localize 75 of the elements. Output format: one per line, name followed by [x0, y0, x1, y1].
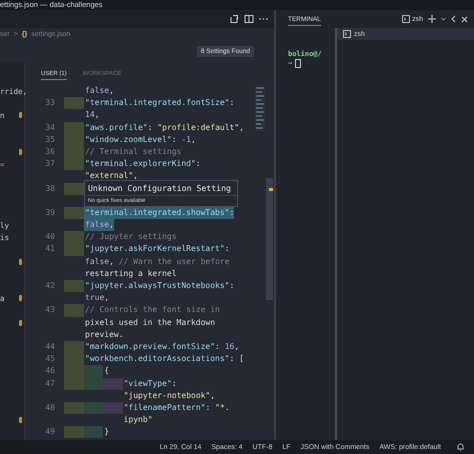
indent-guide: [103, 402, 123, 414]
code-line: "external",: [84, 170, 138, 182]
indent-guide: [84, 378, 104, 390]
indent-guide: [103, 378, 123, 390]
code-line: "aws.profile": "profile:default",: [84, 122, 244, 134]
line-number: 33: [44, 97, 55, 110]
line-number: 42: [44, 280, 55, 292]
code-line: "terminal.integrated.fontSize":: [84, 97, 234, 110]
line-number: 49: [44, 426, 55, 438]
bell-icon[interactable]: [457, 443, 464, 451]
code-line: ipynb": [122, 414, 152, 426]
line-number: 34: [44, 122, 55, 134]
code-line: "terminal.explorerKind":: [84, 158, 201, 170]
plus-icon[interactable]: [428, 15, 436, 23]
open-changes-icon[interactable]: [229, 14, 239, 24]
line-number: 44: [44, 340, 55, 353]
indent-guide: [64, 340, 84, 354]
code-line: "workbench.editorAssociations": [: [84, 353, 244, 366]
line-number: 47: [44, 378, 55, 390]
indent-guide: [64, 243, 84, 256]
indent-guide: [84, 402, 104, 414]
indent-guide: [64, 231, 84, 244]
line-number: 45: [44, 353, 55, 366]
code-line: "jupyter-notebook",: [122, 390, 216, 402]
code-line: preview.: [84, 328, 124, 341]
code-line: false, // Warn the user before: [84, 256, 230, 268]
code-line: "jupyter.alwaysTrustNotebooks":: [84, 280, 234, 292]
line-number: 40: [44, 231, 55, 244]
line-number: 36: [44, 146, 55, 158]
indent-guide: [64, 182, 84, 195]
scrollbar-thumb[interactable]: [266, 178, 273, 300]
indent-guide: [84, 365, 104, 378]
indent-guide: [64, 97, 84, 110]
indent-guide: [64, 378, 84, 390]
cursor: [295, 59, 302, 68]
code-line: // Jupyter settings: [84, 231, 177, 244]
code-line: 14,: [84, 109, 100, 122]
split-editor-icon[interactable]: [244, 14, 254, 24]
code-line: "filenamePattern": "*.: [122, 402, 230, 414]
code-line: pixels used in the Markdown: [84, 316, 216, 329]
line-number: 41: [44, 243, 55, 256]
line-number: 37: [44, 158, 55, 170]
line-number: 38: [44, 182, 55, 194]
indent-guide: [64, 402, 84, 414]
code-line: "window.zoomLevel": -1,: [84, 134, 196, 146]
minimap[interactable]: [255, 85, 265, 131]
tooltip-title: Unknown Configuration Setting: [87, 182, 232, 194]
chevron-left-icon[interactable]: [451, 15, 456, 23]
line-number: 46: [44, 365, 55, 378]
indent-guide: [64, 304, 84, 317]
code-line: false,: [84, 85, 114, 97]
more-icon[interactable]: [259, 17, 268, 21]
code-line: "jupyter.askForKernelRestart":: [84, 243, 230, 256]
code-line: restarting a kernel: [84, 268, 177, 280]
code-line: // Terminal settings: [84, 146, 182, 158]
line-number: 39: [44, 206, 55, 219]
indent-guide: [64, 122, 84, 134]
line-number: 43: [44, 304, 55, 316]
chevron-down-icon[interactable]: [441, 17, 446, 21]
indent-guide: [64, 206, 84, 220]
close-icon[interactable]: [461, 16, 468, 22]
code-line: // Controls the font size in: [84, 304, 220, 316]
indent-guide: [64, 426, 84, 438]
code-line: {: [103, 365, 110, 378]
code-line: true,: [84, 292, 110, 304]
terminal-icon: [402, 15, 410, 23]
code-line: "markdown.preview.fontSize": 16,: [84, 340, 240, 353]
terminal-icon: [343, 30, 351, 38]
indent-guide: [64, 158, 84, 170]
code-line: "viewType":: [122, 378, 177, 390]
line-number: 48: [44, 402, 55, 414]
code-line: }: [103, 426, 110, 438]
indent-guide: [84, 426, 104, 438]
line-number: 35: [44, 134, 55, 146]
indent-guide: [64, 280, 84, 292]
